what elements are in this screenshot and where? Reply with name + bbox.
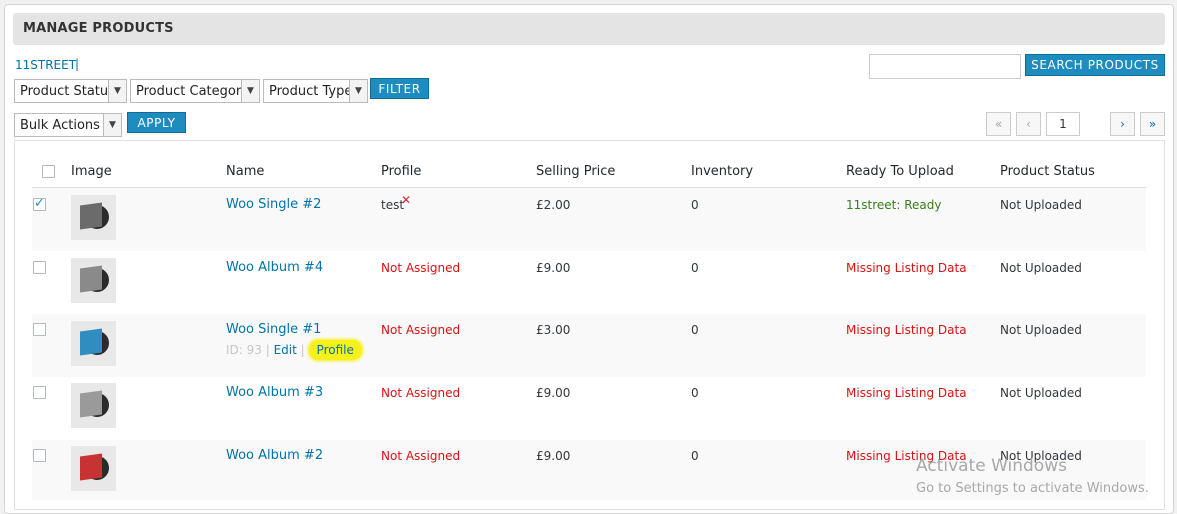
product-status: Not Uploaded xyxy=(1000,198,1082,212)
ready-to-upload-status: Missing Listing Data xyxy=(846,386,967,400)
selling-price: £2.00 xyxy=(536,198,571,212)
select-all-checkbox[interactable] xyxy=(42,165,55,178)
row-checkbox[interactable] xyxy=(33,449,46,462)
activate-windows-watermark: Activate Windows xyxy=(916,456,1067,476)
column-header-selling-price: Selling Price xyxy=(536,164,616,179)
product-thumbnail xyxy=(71,321,116,366)
bulk-actions-select[interactable]: Bulk Actions ▼ xyxy=(14,113,122,137)
remove-profile-icon[interactable]: ✕ xyxy=(401,193,411,207)
selling-price: £9.00 xyxy=(536,449,571,463)
apply-button[interactable]: APPLY xyxy=(127,112,186,133)
edit-link[interactable]: Edit xyxy=(274,343,297,357)
last-page-button[interactable]: » xyxy=(1140,112,1165,136)
table-row xyxy=(32,251,1146,314)
product-id: ID: 93 | xyxy=(226,343,270,357)
row-checkbox[interactable] xyxy=(33,386,46,399)
ready-to-upload-status: Missing Listing Data xyxy=(846,323,967,337)
product-name-link[interactable]: Woo Album #4 xyxy=(226,260,323,275)
row-checkbox[interactable] xyxy=(33,196,46,211)
inventory: 0 xyxy=(691,198,699,212)
prev-page-button[interactable]: ‹ xyxy=(1016,112,1041,136)
filter-button[interactable]: FILTER xyxy=(370,78,429,99)
chevron-down-icon: ▼ xyxy=(241,80,259,102)
page-header: MANAGE PRODUCTS xyxy=(13,13,1165,45)
table-row xyxy=(32,377,1146,440)
selling-price: £3.00 xyxy=(536,323,571,337)
page-title: MANAGE PRODUCTS xyxy=(23,21,174,36)
chevron-down-icon: ▼ xyxy=(349,80,367,102)
table-row xyxy=(32,188,1146,251)
column-header-image: Image xyxy=(71,164,112,179)
selling-price: £9.00 xyxy=(536,261,571,275)
ready-to-upload-status: 11street: Ready xyxy=(846,198,942,212)
product-name-link[interactable]: Woo Album #3 xyxy=(226,385,323,400)
product-thumbnail xyxy=(71,195,116,240)
product-status: Not Uploaded xyxy=(1000,261,1082,275)
product-type-label: Product Type xyxy=(269,83,353,99)
inventory: 0 xyxy=(691,323,699,337)
next-page-button[interactable]: › xyxy=(1110,112,1135,136)
chevron-down-icon: ▼ xyxy=(108,80,126,102)
store-link-11street[interactable]: 11STREET xyxy=(15,58,76,72)
profile-value: Not Assigned xyxy=(381,449,461,463)
table-row xyxy=(32,314,1146,377)
profile-action-link[interactable]: Profile xyxy=(308,340,362,360)
product-name-link[interactable]: Woo Single #1 xyxy=(226,322,321,337)
row-checkbox[interactable] xyxy=(33,261,46,274)
ready-to-upload-status: Missing Listing Data xyxy=(846,261,967,275)
product-thumbnail xyxy=(71,258,116,303)
profile-value: Not Assigned xyxy=(381,261,461,275)
column-header-name[interactable]: Name xyxy=(226,164,264,179)
search-input[interactable] xyxy=(869,54,1021,79)
product-status-select[interactable]: Product Status ▼ xyxy=(14,79,127,103)
activate-windows-hint: Go to Settings to activate Windows. xyxy=(916,481,1149,496)
column-header-inventory: Inventory xyxy=(691,164,754,179)
row-actions: ID: 93 | Edit | Profile xyxy=(226,340,362,360)
inventory: 0 xyxy=(691,449,699,463)
action-separator: | xyxy=(300,343,305,357)
product-status: Not Uploaded xyxy=(1000,386,1082,400)
store-separator: | xyxy=(75,57,80,71)
product-category-label: Product Category xyxy=(136,83,249,99)
bulk-actions-label: Bulk Actions xyxy=(20,117,100,133)
selling-price: £9.00 xyxy=(536,386,571,400)
inventory: 0 xyxy=(691,261,699,275)
current-page-input[interactable]: 1 xyxy=(1046,112,1080,136)
product-type-select[interactable]: Product Type ▼ xyxy=(263,79,368,103)
product-name-link[interactable]: Woo Album #2 xyxy=(226,448,323,463)
first-page-button[interactable]: « xyxy=(986,112,1011,136)
product-status: Not Uploaded xyxy=(1000,323,1082,337)
profile-value: Not Assigned xyxy=(381,386,461,400)
product-thumbnail xyxy=(71,446,116,491)
product-thumbnail xyxy=(71,383,116,428)
column-header-profile: Profile xyxy=(381,164,422,179)
column-header-ready-to-upload: Ready To Upload xyxy=(846,164,954,179)
profile-value: Not Assigned xyxy=(381,323,461,337)
chevron-down-icon: ▼ xyxy=(103,114,121,136)
column-header-product-status: Product Status xyxy=(1000,164,1095,179)
product-category-select[interactable]: Product Category ▼ xyxy=(130,79,260,103)
row-checkbox[interactable] xyxy=(33,323,46,336)
product-name-link[interactable]: Woo Single #2 xyxy=(226,197,321,212)
inventory: 0 xyxy=(691,386,699,400)
search-products-button[interactable]: SEARCH PRODUCTS xyxy=(1025,54,1165,76)
product-status-label: Product Status xyxy=(20,83,115,99)
